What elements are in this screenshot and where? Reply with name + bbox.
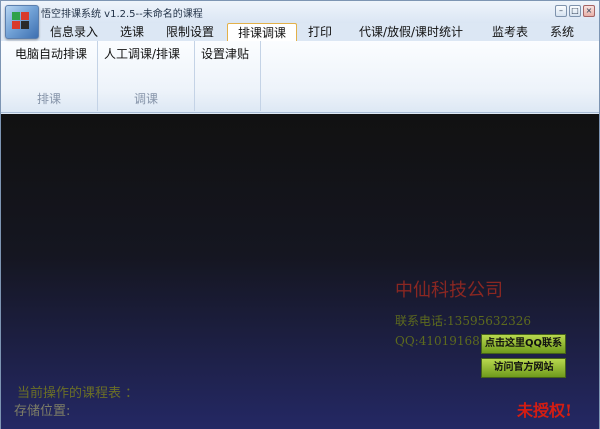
ribbon: 电脑自动排课 排课 人工调课/排课 调课 设置津贴 [1, 41, 599, 113]
company-name: 中仙科技公司 [395, 280, 503, 301]
auto-schedule-button[interactable]: 电脑自动排课 [15, 45, 87, 62]
set-allowance-button[interactable]: 设置津贴 [201, 45, 249, 62]
maximize-button[interactable]: □ [569, 5, 581, 17]
main-area: 中仙科技公司 联系电话:13595632326 QQ:410191680 点击这… [1, 114, 599, 429]
tab-exam-invigilation[interactable]: 监考表 [487, 23, 533, 42]
window-title: 悟空排课系统 v1.2.5--未命名的课程 [41, 9, 203, 20]
minimize-button[interactable]: – [555, 5, 567, 17]
tab-system[interactable]: 系统 [543, 23, 581, 42]
official-website-button[interactable]: 访问官方网站 [481, 358, 566, 378]
tab-course-selection[interactable]: 选课 [113, 23, 151, 42]
title-bar: 悟空排课系统 v1.2.5--未命名的课程 – □ × [1, 1, 599, 23]
unlicensed-notice: 未授权! [517, 401, 573, 420]
window-controls: – □ × [555, 5, 595, 17]
tab-scheduling[interactable]: 排课调课 [227, 23, 297, 43]
current-table-label: 当前操作的课程表 ： [17, 386, 139, 401]
contact-qq: QQ:410191680 [395, 334, 488, 348]
ribbon-group-adjust: 人工调课/排课 调课 [98, 41, 195, 111]
storage-location-label: 存储位置: [14, 404, 71, 419]
group-label-scheduling: 排课 [36, 92, 61, 106]
menu-tabs: 信息录入 选课 限制设置 排课调课 打印 代课/放假/课时统计 监考表 系统 [1, 23, 599, 43]
group-label-adjust: 调课 [133, 92, 158, 106]
close-button[interactable]: × [583, 5, 595, 17]
tab-info-entry[interactable]: 信息录入 [45, 23, 103, 42]
ribbon-group-scheduling: 电脑自动排课 排课 [1, 41, 98, 111]
app-logo-icon[interactable] [5, 5, 39, 39]
manual-adjust-button[interactable]: 人工调课/排课 [104, 45, 180, 62]
tab-print[interactable]: 打印 [303, 23, 337, 42]
qq-contact-button[interactable]: 点击这里QQ联系 [481, 334, 566, 354]
tab-substitute-holiday-stats[interactable]: 代课/放假/课时统计 [351, 23, 471, 42]
tab-restrictions[interactable]: 限制设置 [161, 23, 219, 42]
ribbon-group-allowance: 设置津贴 [195, 41, 261, 111]
app-window: 悟空排课系统 v1.2.5--未命名的课程 – □ × 信息录入 选课 限制设置… [0, 0, 600, 429]
contact-phone: 联系电话:13595632326 [395, 314, 532, 328]
